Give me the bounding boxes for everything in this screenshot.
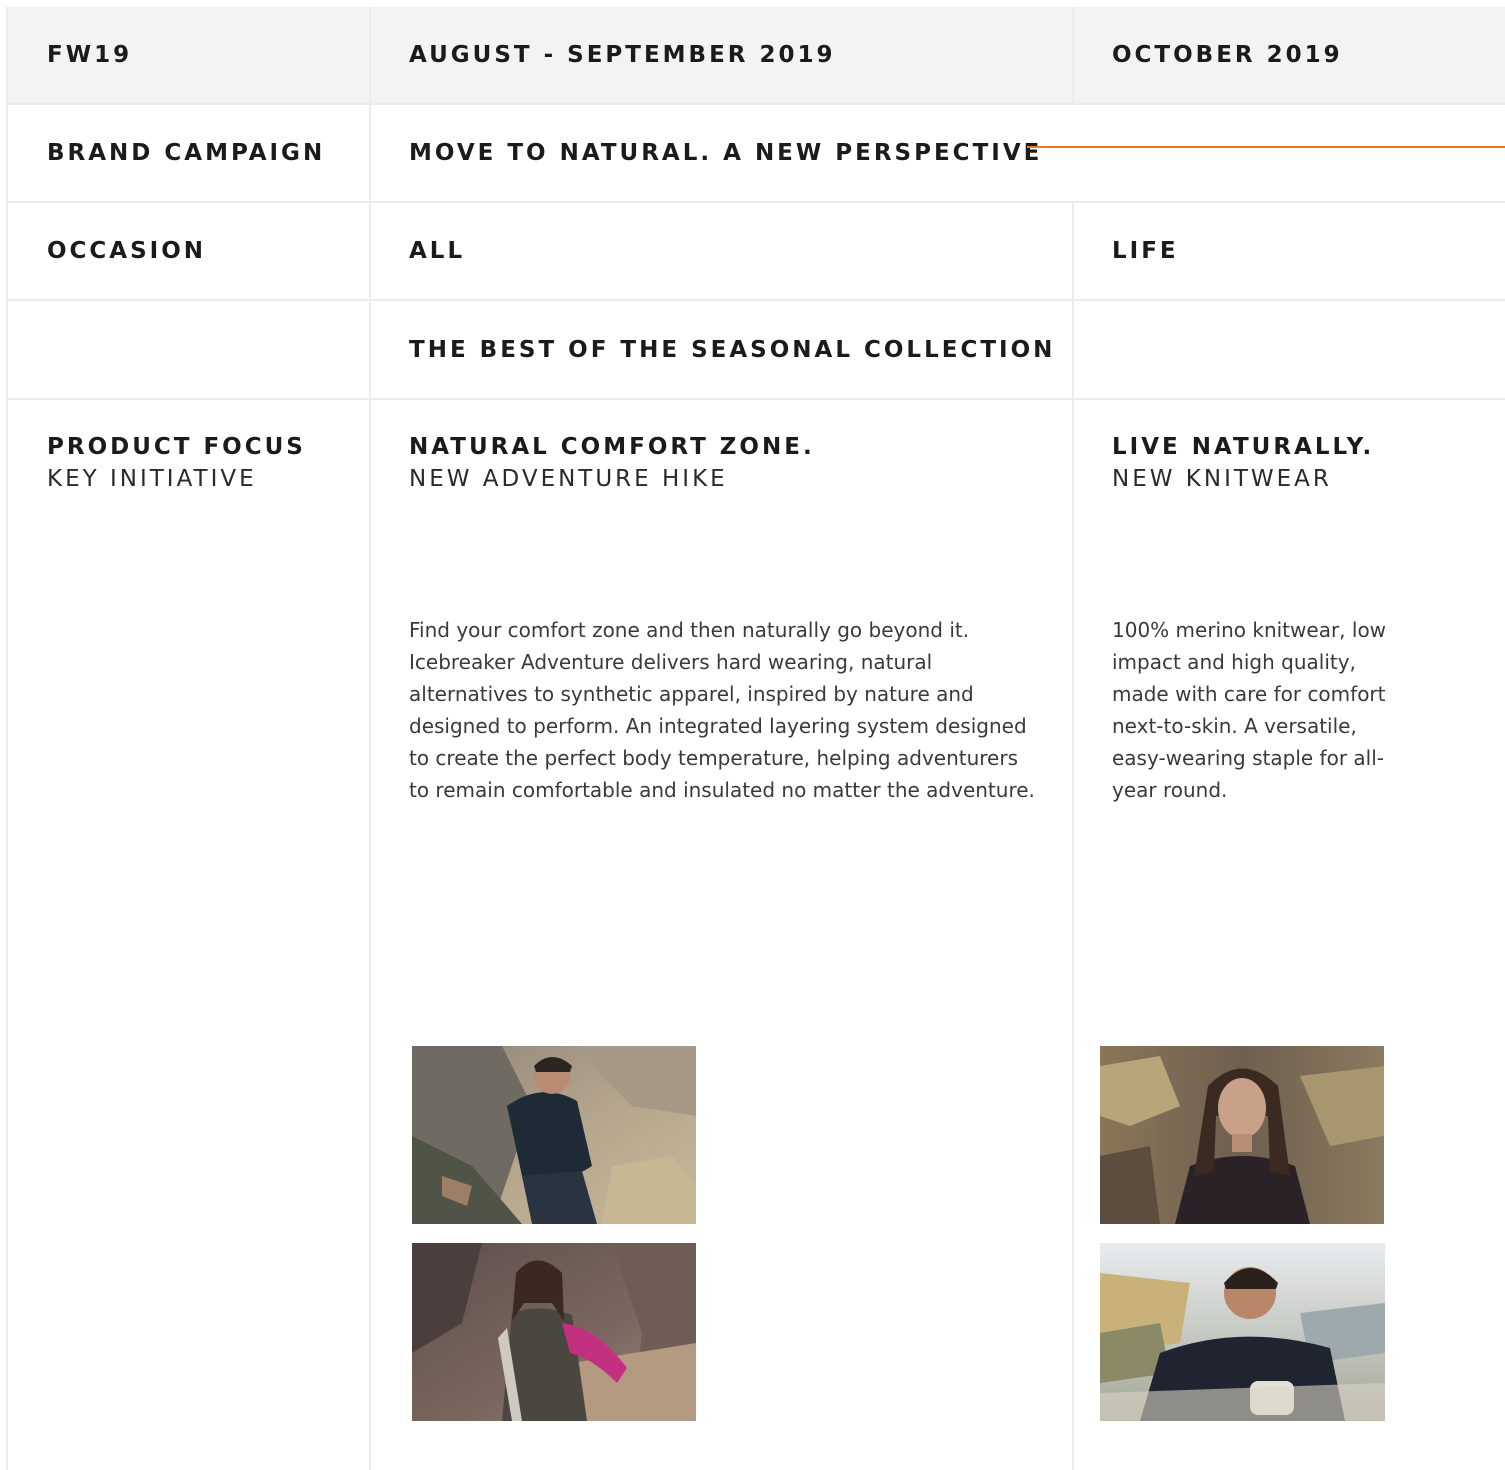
photo-knitwear-woman — [1100, 1046, 1384, 1224]
col1-subtitle: NEW ADVENTURE HIKE — [409, 466, 728, 492]
col1-title: NATURAL COMFORT ZONE. — [409, 434, 815, 460]
col2-description: 100% merino knitwear, low impact and hig… — [1112, 618, 1387, 802]
occasion-value-all: ALL — [409, 238, 466, 264]
occasion-label: OCCASION — [47, 238, 207, 264]
key-initiative-label: KEY INITIATIVE — [47, 466, 257, 492]
season-label: FW19 — [47, 42, 133, 68]
product-focus-label: PRODUCT FOCUS — [47, 434, 306, 460]
occasion-value-life: LIFE — [1112, 238, 1179, 264]
period-2-heading: OCTOBER 2019 — [1112, 42, 1343, 68]
col2-subtitle: NEW KNITWEAR — [1112, 466, 1332, 492]
photo-knitwear-man — [1100, 1243, 1385, 1421]
photo-hiker-woman — [412, 1243, 696, 1421]
collection-value: THE BEST OF THE SEASONAL COLLECTION — [409, 337, 1056, 363]
column-divider-1 — [369, 7, 371, 1470]
column-divider-2-bottom — [1072, 203, 1074, 1470]
occasion-row — [7, 203, 1505, 301]
brand-campaign-label: BRAND CAMPAIGN — [47, 140, 326, 166]
col1-description: Find your comfort zone and then naturall… — [409, 618, 1035, 802]
column-divider-2-top — [1072, 7, 1074, 105]
table-left-border — [6, 7, 8, 1470]
period-1-heading: AUGUST - SEPTEMBER 2019 — [409, 42, 836, 68]
brand-campaign-value: MOVE TO NATURAL. A NEW PERSPECTIVE — [409, 140, 1043, 166]
campaign-duration-line — [1027, 146, 1505, 148]
photo-hiker-man — [412, 1046, 696, 1224]
col2-title: LIVE NATURALLY. — [1112, 434, 1375, 460]
